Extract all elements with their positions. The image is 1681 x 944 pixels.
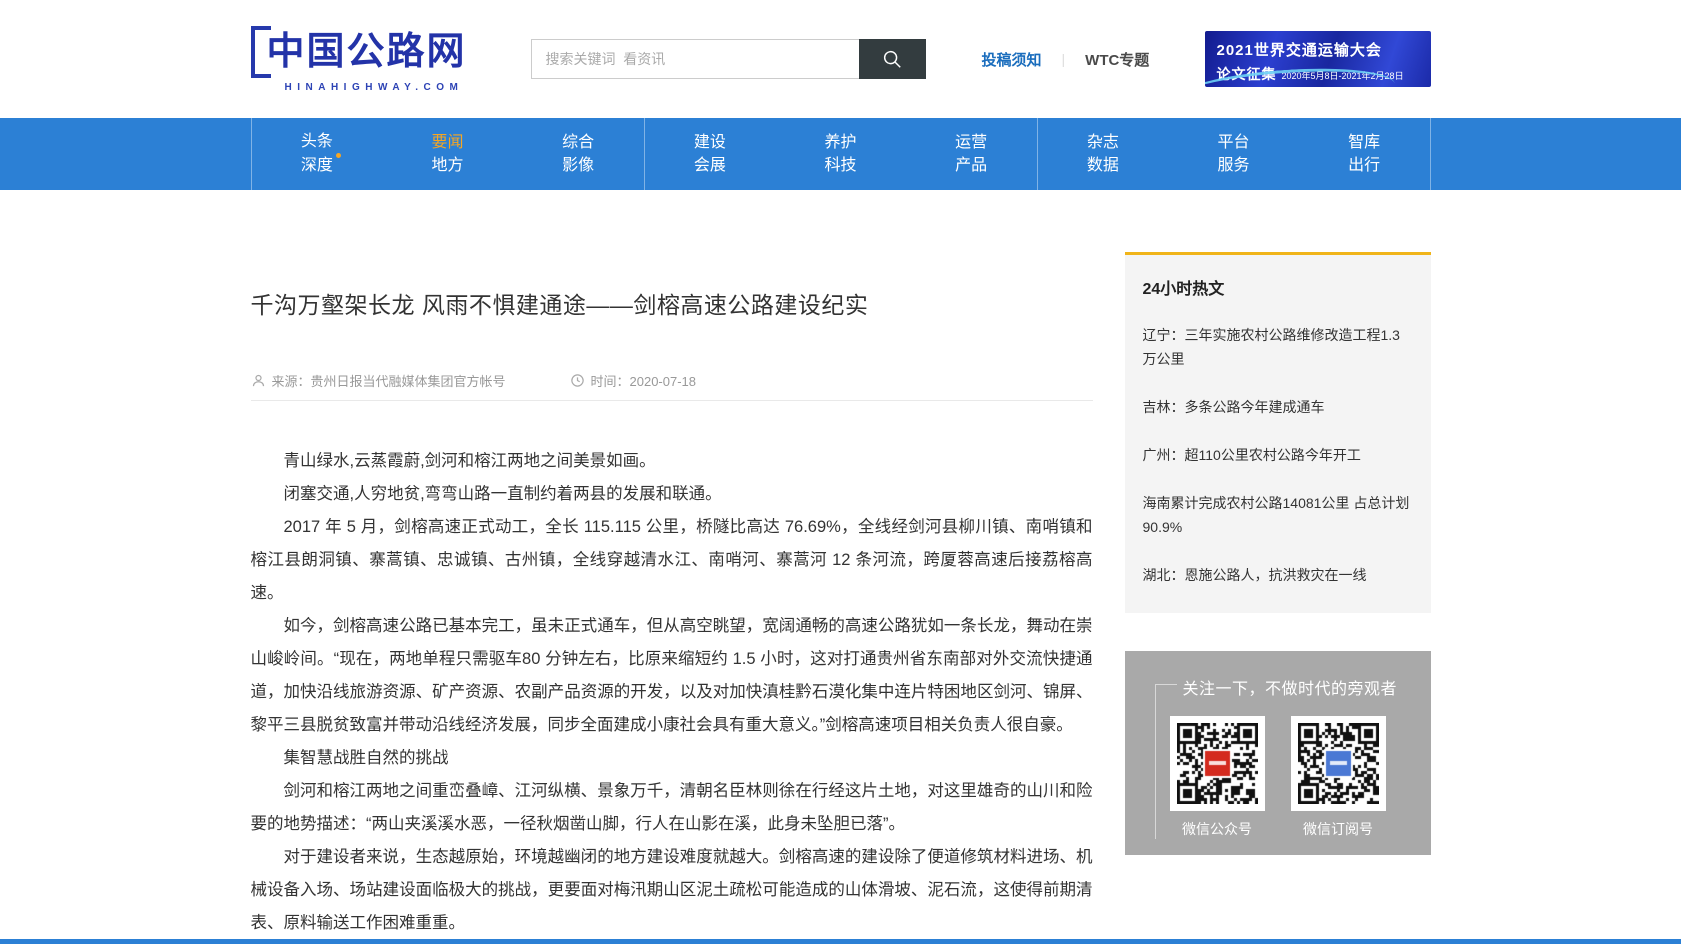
logo-title: 中国公路网 xyxy=(267,33,467,71)
article-time: 时间：2020-07-18 xyxy=(570,371,697,390)
site-logo[interactable]: 中国公路网 HINAHIGHWAY.COM xyxy=(251,26,519,93)
submission-notice-link[interactable]: 投稿须知 xyxy=(982,49,1042,70)
nav-item-yunying-chanpin[interactable]: 运营 产品 xyxy=(906,118,1037,190)
paragraph: 如今，剑榕高速公路已基本完工，虽未正式通车，但从高空眺望，宽阔通畅的高速公路犹如… xyxy=(251,610,1093,742)
article: 千沟万壑架长龙 风雨不惧建通途——剑榕高速公路建设纪实 来源：贵州日报当代融媒体… xyxy=(251,190,1093,944)
follow-panel-title: 关注一下，不做时代的旁观者 xyxy=(1183,675,1431,699)
nav-item-yanghu-keji[interactable]: 养护 科技 xyxy=(775,118,906,190)
footer-top-strip xyxy=(0,939,1681,944)
paragraph: 2017 年 5 月，剑榕高速正式动工，全长 115.115 公里，桥隧比高达 … xyxy=(251,511,1093,610)
nav-link-shuju[interactable]: 数据 xyxy=(1087,158,1119,174)
nav-link-difang[interactable]: 地方 xyxy=(432,158,464,174)
paragraph: 剑河和榕江两地之间重峦叠嶂、江河纵横、景象万千，清朝名臣林则徐在行经这片土地，对… xyxy=(251,775,1093,841)
article-source: 来源：贵州日报当代融媒体集团官方帐号 xyxy=(251,371,506,390)
header-links: 投稿须知 | WTC专题 xyxy=(982,49,1150,70)
nav-link-keji[interactable]: 科技 xyxy=(825,158,857,174)
banner-cta: 论文征集 xyxy=(1217,64,1277,84)
site-header: 中国公路网 HINAHIGHWAY.COM 投稿须知 | WTC专题 2021世… xyxy=(0,0,1681,118)
nav-link-pingtai[interactable]: 平台 xyxy=(1218,135,1250,151)
nav-link-yaowen-active[interactable]: 要闻 xyxy=(432,135,464,151)
nav-link-fuwu[interactable]: 服务 xyxy=(1218,158,1250,174)
article-meta: 来源：贵州日报当代融媒体集团官方帐号 时间：2020-07-18 xyxy=(251,371,1093,390)
nav-link-yunying[interactable]: 运营 xyxy=(955,135,987,151)
nav-item-zonghe-yingxiang[interactable]: 综合 影像 xyxy=(513,118,644,190)
nav-link-yanghu[interactable]: 养护 xyxy=(825,135,857,151)
qr-label: 微信公众号 xyxy=(1170,819,1265,839)
hot-article-item[interactable]: 广州：超110公里农村公路今年开工 xyxy=(1143,443,1413,467)
nav-link-toutiao[interactable]: 头条 xyxy=(301,134,333,150)
nav-link-zazhi[interactable]: 杂志 xyxy=(1087,135,1119,151)
article-body: 青山绿水,云蒸霞蔚,剑河和榕江两地之间美景如画。 闭塞交通,人穷地贫,弯弯山路一… xyxy=(251,445,1093,944)
nav-group-1: 头条 深度 要闻 地方 综合 影像 xyxy=(251,118,644,190)
nav-item-toutiao-shendu[interactable]: 头条 深度 xyxy=(252,118,383,190)
nav-item-pingtai-fuwu[interactable]: 平台 服务 xyxy=(1168,118,1299,190)
wechat-official-account: 微信公众号 xyxy=(1170,716,1265,839)
logo-domain: HINAHIGHWAY.COM xyxy=(285,82,519,93)
sidebar: 24小时热文 辽宁：三年实施农村公路维修改造工程1.3万公里 吉林：多条公路今年… xyxy=(1125,190,1431,855)
hot-article-item[interactable]: 海南累计完成农村公路14081公里 占总计划90.9% xyxy=(1143,491,1413,539)
wechat-follow-panel: 关注一下，不做时代的旁观者 微信公众号 微信订阅号 xyxy=(1125,651,1431,855)
wtc-topic-link[interactable]: WTC专题 xyxy=(1085,49,1149,70)
hot-article-item[interactable]: 辽宁：三年实施农村公路维修改造工程1.3万公里 xyxy=(1143,323,1413,371)
nav-link-jianshe[interactable]: 建设 xyxy=(694,135,726,151)
new-indicator-dot xyxy=(336,153,341,158)
paragraph: 青山绿水,云蒸霞蔚,剑河和榕江两地之间美景如画。 xyxy=(251,445,1093,478)
nav-link-chanpin[interactable]: 产品 xyxy=(955,158,987,174)
banner-dates: 2020年5月8日-2021年2月28日 xyxy=(1282,69,1404,82)
search-box xyxy=(531,39,926,79)
banner-title: 2021世界交通运输大会 xyxy=(1217,39,1421,60)
nav-link-yingxiang[interactable]: 影像 xyxy=(562,158,594,174)
nav-item-jianshe-huizhan[interactable]: 建设 会展 xyxy=(645,118,776,190)
qr-label: 微信订阅号 xyxy=(1291,819,1386,839)
hot-article-item[interactable]: 湖北：恩施公路人，抗洪救灾在一线 xyxy=(1143,563,1413,587)
nav-group-3: 杂志 数据 平台 服务 智库 出行 xyxy=(1037,118,1431,190)
nav-link-chuxing[interactable]: 出行 xyxy=(1348,158,1380,174)
hot-articles-panel: 24小时热文 辽宁：三年实施农村公路维修改造工程1.3万公里 吉林：多条公路今年… xyxy=(1125,252,1431,613)
nav-link-huizhan[interactable]: 会展 xyxy=(694,158,726,174)
link-separator: | xyxy=(1062,51,1066,67)
qr-code-image xyxy=(1177,723,1258,804)
user-icon xyxy=(251,373,266,388)
paragraph: 对于建设者来说，生态越原始，环境越幽闭的地方建设难度就越大。剑榕高速的建设除了便… xyxy=(251,841,1093,940)
search-button[interactable] xyxy=(859,39,926,79)
main-navigation: 头条 深度 要闻 地方 综合 影像 建设 会展 养护 xyxy=(0,118,1681,190)
paragraph: 集智慧战胜自然的挑战 xyxy=(251,742,1093,775)
nav-link-shendu[interactable]: 深度 xyxy=(301,158,333,174)
hot-panel-title: 24小时热文 xyxy=(1143,275,1413,299)
paragraph: 闭塞交通,人穷地贫,弯弯山路一直制约着两县的发展和联通。 xyxy=(251,478,1093,511)
nav-item-zhiku-chuxing[interactable]: 智库 出行 xyxy=(1299,118,1430,190)
page: 中国公路网 HINAHIGHWAY.COM 投稿须知 | WTC专题 2021世… xyxy=(0,0,1681,944)
nav-item-zazhi-shuju[interactable]: 杂志 数据 xyxy=(1038,118,1169,190)
nav-group-2: 建设 会展 养护 科技 运营 产品 xyxy=(644,118,1037,190)
hot-article-item[interactable]: 吉林：多条公路今年建成通车 xyxy=(1143,395,1413,419)
article-title: 千沟万壑架长龙 风雨不惧建通途——剑榕高速公路建设纪实 xyxy=(251,290,1093,321)
nav-item-yaowen-difang[interactable]: 要闻 地方 xyxy=(382,118,513,190)
wtc-conference-banner[interactable]: 2021世界交通运输大会 论文征集 2020年5月8日-2021年2月28日 xyxy=(1205,31,1431,87)
wechat-subscription-account: 微信订阅号 xyxy=(1291,716,1386,839)
nav-link-zonghe[interactable]: 综合 xyxy=(562,135,594,151)
meta-divider xyxy=(251,400,1093,401)
qr-code-image xyxy=(1298,723,1379,804)
clock-icon xyxy=(570,373,585,388)
search-input[interactable] xyxy=(531,39,859,79)
nav-link-zhiku[interactable]: 智库 xyxy=(1348,135,1380,151)
search-icon xyxy=(881,48,903,70)
